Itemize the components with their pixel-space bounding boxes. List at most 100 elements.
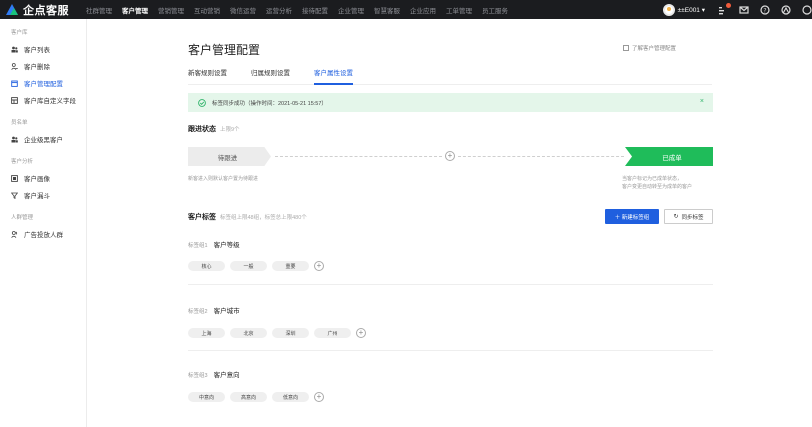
tag-group-header: 标签组3 客户意向 xyxy=(188,369,240,379)
logo-icon xyxy=(6,4,19,15)
follow-status-title: 跟进状态 上限9个 xyxy=(188,124,240,134)
sidebar-item-label: 客户管理配置 xyxy=(24,81,63,88)
top-navigation-bar: 企点客服 社群管理 客户管理 营销管理 互动营销 微信运营 运营分析 接待配置 … xyxy=(0,0,812,19)
tag[interactable]: 高意向 xyxy=(230,392,267,402)
sidebar-item-custom-fields[interactable]: 客户库自定义字段 xyxy=(0,93,86,107)
nav-item-customer[interactable]: 客户管理 xyxy=(122,5,148,15)
tag[interactable]: 上海 xyxy=(188,328,225,338)
status-flow: 待跟进 + 已成单 xyxy=(188,145,713,167)
sidebar-item-ad-audience[interactable]: 广告投放人群 xyxy=(0,227,86,241)
sidebar-group-analysis: 客户分析 xyxy=(11,159,34,165)
close-icon[interactable]: × xyxy=(700,98,704,105)
book-icon xyxy=(623,45,629,51)
sync-tags-button[interactable]: ↻ 同步标签 xyxy=(664,209,713,224)
sidebar-item-customer-delete[interactable]: 客户删除 xyxy=(0,59,86,73)
stage-end-note: 当客户标记为已成单状态， 客户变更自动转至为成单的客户 xyxy=(622,175,692,191)
sidebar-item-label: 客户画像 xyxy=(24,176,50,183)
cube-icon xyxy=(11,80,18,87)
stage-end-note-line2: 客户变更自动转至为成单的客户 xyxy=(622,184,693,190)
alert-text: 标签同步成功（操作时间：2021-05-21 15:57） xyxy=(212,100,327,107)
tab-new-customer-rules[interactable]: 新客规则设置 xyxy=(188,67,227,85)
users-icon xyxy=(11,136,18,143)
tag[interactable]: 深圳 xyxy=(272,328,309,338)
tag-group-header: 标签组1 客户等级 xyxy=(188,239,240,249)
success-alert: 标签同步成功（操作时间：2021-05-21 15:57） × xyxy=(188,93,713,112)
logo-text: 企点客服 xyxy=(23,4,69,17)
tag[interactable]: 中意向 xyxy=(188,392,225,402)
sidebar: 客户库 客户列表 客户删除 客户管理配置 客户库自定义字段 员名单 企业级黑客户… xyxy=(0,19,87,427)
tag-group-header: 标签组2 客户城市 xyxy=(188,305,240,315)
customer-tags-title-text: 客户标签 xyxy=(188,214,216,221)
username-menu[interactable]: ±±E001 ▾ xyxy=(678,6,705,14)
customer-tags-title: 客户标签 标签组上限48组，标签总上限480个 xyxy=(188,212,307,222)
tag-group-name: 客户城市 xyxy=(213,308,240,315)
check-circle-icon xyxy=(198,98,206,107)
add-tag-button[interactable]: + xyxy=(356,328,366,338)
add-tag-button[interactable]: + xyxy=(314,261,324,271)
user-remove-icon xyxy=(11,62,18,70)
stage-closed[interactable]: 已成单 xyxy=(625,147,713,166)
nav-item-marketing[interactable]: 营销管理 xyxy=(158,5,184,15)
tab-ownership-rules[interactable]: 归属规则设置 xyxy=(251,67,290,85)
tag[interactable]: 核心 xyxy=(188,261,225,271)
tag-group-tags: 核心 一般 重要 + xyxy=(188,261,324,271)
nav-item-tickets[interactable]: 工单管理 xyxy=(446,5,472,15)
sidebar-item-label: 广告投放人群 xyxy=(24,232,63,239)
sidebar-group-blacklist: 员名单 xyxy=(11,120,28,126)
follow-status-title-text: 跟进状态 xyxy=(188,126,216,133)
tag-group-name: 客户意向 xyxy=(213,372,240,379)
user-settings-icon[interactable] xyxy=(781,4,791,15)
sidebar-group-customer-library: 客户库 xyxy=(11,30,28,36)
sidebar-item-enterprise-blacklist[interactable]: 企业级黑客户 xyxy=(0,132,86,146)
notification-icon[interactable] xyxy=(718,2,731,15)
stage-pending[interactable]: 待跟进 xyxy=(188,147,271,166)
tag-group-tags: 中意向 高意向 低意向 + xyxy=(188,392,324,402)
top-right-tools: ±±E001 ▾ ? xyxy=(662,0,812,19)
avatar[interactable] xyxy=(662,3,675,16)
config-tabs: 新客规则设置 归属规则设置 客户属性设置 xyxy=(188,67,712,85)
help-link[interactable]: 了解客户管理配置 xyxy=(623,44,676,52)
add-stage-button[interactable]: + xyxy=(445,151,455,161)
tag-group-tags: 上海 北京 深圳 广州 + xyxy=(188,328,366,338)
tag[interactable]: 一般 xyxy=(230,261,267,271)
tag[interactable]: 低意向 xyxy=(272,392,309,402)
nav-item-community[interactable]: 社群管理 xyxy=(86,5,112,15)
tag[interactable]: 北京 xyxy=(230,328,267,338)
stage-end-note-line1: 当客户标记为已成单状态， xyxy=(622,176,683,182)
sidebar-item-label: 客户删除 xyxy=(24,64,50,71)
logo[interactable]: 企点客服 xyxy=(0,2,86,18)
mail-icon[interactable] xyxy=(739,5,749,15)
sidebar-item-customer-config[interactable]: 客户管理配置 xyxy=(0,76,86,90)
tag[interactable]: 广州 xyxy=(314,328,351,338)
nav-item-analytics[interactable]: 运营分析 xyxy=(266,5,292,15)
page-title: 客户管理配置 xyxy=(188,43,261,57)
more-icon[interactable] xyxy=(802,4,812,15)
sidebar-item-label: 客户库自定义字段 xyxy=(24,98,76,105)
sidebar-item-label: 企业级黑客户 xyxy=(24,137,63,144)
sidebar-item-customer-list[interactable]: 客户列表 xyxy=(0,42,86,56)
tag-group-prefix: 标签组1 xyxy=(188,243,208,249)
nav-item-smart-service[interactable]: 智慧客服 xyxy=(374,5,400,15)
follow-status-subtitle: 上限9个 xyxy=(220,127,240,133)
tag[interactable]: 重要 xyxy=(272,261,309,271)
sidebar-item-label: 客户列表 xyxy=(24,47,50,54)
tab-customer-attributes[interactable]: 客户属性设置 xyxy=(314,67,353,85)
stage-start-note: 新客进入则默认客户置为待跟进 xyxy=(188,176,259,182)
flow-connector xyxy=(458,156,624,157)
nav-item-enterprise[interactable]: 企业管理 xyxy=(338,5,364,15)
nav-item-apps[interactable]: 企业应用 xyxy=(410,5,436,15)
divider xyxy=(188,350,713,351)
add-tag-group-button[interactable]: ＋ 新建标签组 xyxy=(605,209,659,224)
nav-item-interactive[interactable]: 互动营销 xyxy=(194,5,220,15)
sidebar-item-customer-funnel[interactable]: 客户漏斗 xyxy=(0,188,86,202)
add-tag-button[interactable]: + xyxy=(314,392,324,402)
divider xyxy=(188,284,713,285)
customer-tags-subtitle: 标签组上限48组，标签总上限480个 xyxy=(220,215,307,221)
nav-item-staff[interactable]: 员工服务 xyxy=(482,5,508,15)
users-icon xyxy=(11,230,18,238)
sidebar-group-audience: 人群管理 xyxy=(11,215,34,221)
sidebar-item-customer-portrait[interactable]: 客户画像 xyxy=(0,171,86,185)
nav-item-wechat[interactable]: 微信运营 xyxy=(230,5,256,15)
help-icon[interactable]: ? xyxy=(760,4,770,15)
nav-item-reception[interactable]: 接待配置 xyxy=(302,5,328,15)
